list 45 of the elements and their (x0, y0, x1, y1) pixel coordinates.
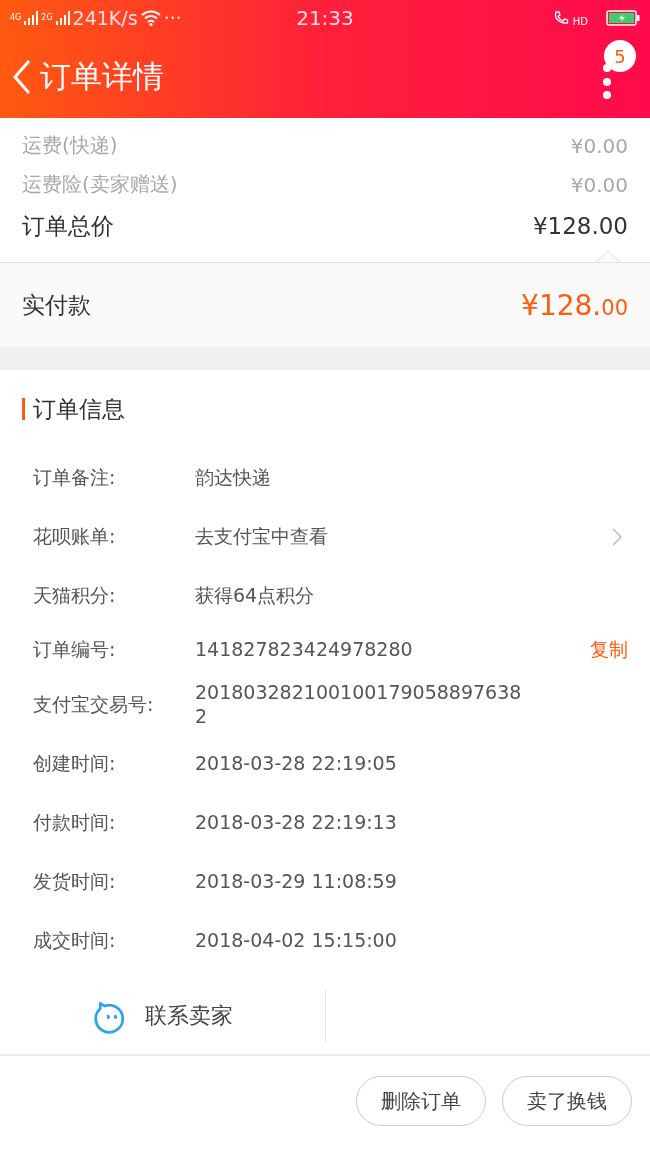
network-speed: 241K/s (72, 7, 138, 29)
chevron-right-icon[interactable] (612, 527, 622, 546)
signal-label: 4G (10, 13, 22, 22)
info-value: 去支付宝中查看 (195, 524, 329, 549)
battery-icon (606, 10, 640, 26)
page-title: 订单详情 (40, 57, 165, 96)
total-label: 订单总价 (22, 211, 114, 241)
info-label: 订单备注: (33, 464, 117, 490)
wifi-icon (140, 10, 161, 26)
info-value: 2018-04-02 15:15:00 (195, 928, 398, 953)
hd-label: HD (572, 15, 588, 27)
section-title: 订单信息 (33, 394, 125, 424)
total-amount: ¥128.00 (532, 213, 628, 239)
fee-amount: ¥0.00 (570, 133, 628, 158)
info-label: 天猫积分: (33, 582, 117, 608)
contact-seller-button[interactable]: 联系卖家 (0, 997, 325, 1035)
order-action-button[interactable]: 删除订单 (356, 1076, 486, 1126)
clock: 21:33 (296, 6, 354, 30)
more-indicator: ··· (163, 7, 182, 29)
info-value: 韵达快递 (195, 465, 272, 490)
signal-label: 2G (41, 13, 53, 22)
notification-badge: 5 (604, 40, 636, 72)
info-label: 成交时间: (33, 927, 117, 953)
fee-label: 运费险(卖家赠送) (22, 171, 178, 198)
info-label: 创建时间: (33, 750, 117, 776)
back-button[interactable] (12, 59, 32, 95)
info-label: 发货时间: (33, 868, 117, 894)
phone-icon (552, 10, 569, 26)
signal-icon (24, 11, 39, 25)
info-value: 获得64点积分 (195, 583, 316, 608)
info-label: 支付宝交易号: (33, 691, 155, 717)
fee-label: 运费(快递) (22, 132, 118, 159)
order-action-button[interactable]: 卖了换钱 (502, 1076, 632, 1126)
info-value: 2018-03-28 22:19:13 (195, 810, 398, 835)
info-label: 订单编号: (33, 637, 117, 662)
fee-amount: ¥0.00 (570, 172, 628, 197)
info-value: 2018-03-28 22:19:05 (195, 751, 398, 776)
paid-amount: ¥128.00 (521, 288, 628, 322)
info-value: 2018-03-29 11:08:59 (195, 869, 398, 894)
info-value: 141827823424978280 (195, 638, 414, 662)
info-label: 付款时间: (33, 809, 117, 835)
info-label: 花呗账单: (33, 523, 117, 549)
paid-label: 实付款 (22, 290, 91, 320)
signal-icon (55, 11, 70, 25)
info-value: 2018032821001001790588976382 (195, 680, 523, 729)
